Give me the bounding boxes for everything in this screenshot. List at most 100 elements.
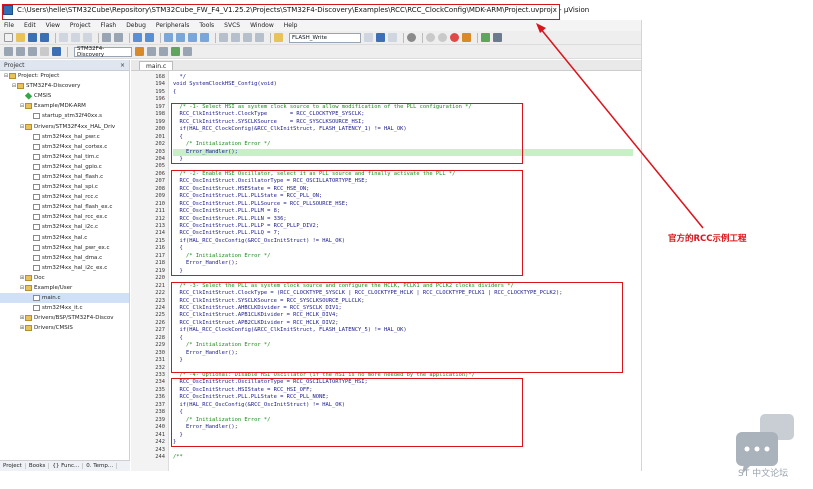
prev-bookmark-icon[interactable] <box>176 33 185 42</box>
tree-item[interactable]: ⊞ Drivers/BSP/STM32F4-Discov <box>0 313 129 323</box>
tree-item[interactable]: stm32f4xx_hal_i2c_ex.c <box>0 263 129 273</box>
redo-icon[interactable] <box>114 33 123 42</box>
zoom-icon[interactable] <box>407 33 416 42</box>
menu-item-project[interactable]: Project <box>70 22 91 29</box>
translate-icon[interactable] <box>4 47 13 56</box>
tree-item[interactable]: stm32f4xx_hal_i2c.c <box>0 222 129 232</box>
line-number: 203 <box>155 148 165 155</box>
folder-icon <box>25 315 32 322</box>
stop-icon[interactable] <box>450 33 459 42</box>
menu-item-svcs[interactable]: SVCS <box>224 22 240 29</box>
panel-tab[interactable]: Books <box>26 463 50 469</box>
tree-item-label: stm32f4xx_hal_rcc.c <box>42 194 99 201</box>
comment-icon[interactable] <box>243 33 252 42</box>
line-number: 200 <box>155 126 165 133</box>
tree-item[interactable]: CMSIS <box>0 91 129 101</box>
panel-tab[interactable]: {} Func... <box>49 463 84 469</box>
menu-item-window[interactable]: Window <box>250 22 274 29</box>
tree-item[interactable]: stm32f4xx_hal_rcc.c <box>0 192 129 202</box>
find-icon[interactable] <box>376 33 385 42</box>
tree-item[interactable]: stm32f4xx_hal_flash.c <box>0 172 129 182</box>
unindent-icon[interactable] <box>231 33 240 42</box>
tree-item[interactable]: startup_stm32f40xx.s <box>0 111 129 121</box>
menu-item-peripherals[interactable]: Peripherals <box>156 22 189 29</box>
tree-item-label: stm32f4xx_hal_gpio.c <box>42 163 102 170</box>
copy-icon[interactable] <box>71 33 80 42</box>
bookmark-icon[interactable] <box>164 33 173 42</box>
tree-item[interactable]: ⊞ Drivers/CMSIS <box>0 323 129 333</box>
tree-item[interactable]: stm32f4xx_hal_cortex.c <box>0 142 129 152</box>
tree-item-label: stm32f4xx_hal_rcc_ex.c <box>42 214 108 221</box>
incremental-find-icon[interactable] <box>388 33 397 42</box>
tree-item[interactable]: stm32f4xx_hal_spi.c <box>0 182 129 192</box>
tree-item[interactable]: stm32f4xx_hal_tim.c <box>0 152 129 162</box>
tree-item[interactable]: ⊟ Project: Project <box>0 71 129 81</box>
download-icon[interactable] <box>52 47 61 56</box>
tree-item[interactable]: stm32f4xx_hal.c <box>0 233 129 243</box>
tree-item[interactable]: stm32f4xx_hal_gpio.c <box>0 162 129 172</box>
tree-item[interactable]: stm32f4xx_it.c <box>0 303 129 313</box>
tree-item[interactable]: stm32f4xx_hal_dma.c <box>0 253 129 263</box>
tree-item[interactable]: stm32f4xx_hal_pwr_ex.c <box>0 243 129 253</box>
panel-tab[interactable]: Project <box>0 463 26 469</box>
menu-item-edit[interactable]: Edit <box>24 22 36 29</box>
line-number: 207 <box>155 178 165 185</box>
tree-item[interactable]: stm32f4xx_hal_pwr.c <box>0 132 129 142</box>
menu-item-view[interactable]: View <box>46 22 60 29</box>
tools-icon[interactable] <box>462 33 471 42</box>
close-icon[interactable]: × <box>120 62 125 69</box>
tree-item[interactable]: ⊟ Example/MDK-ARM <box>0 101 129 111</box>
new-file-icon[interactable] <box>4 33 13 42</box>
build-toolbar: STM32F4-Discovery <box>0 45 641 59</box>
code-line: /* -4- Optional: Disable HSI Oscillator … <box>173 372 475 378</box>
uncomment-icon[interactable] <box>255 33 264 42</box>
tree-item[interactable]: ⊞ Doc <box>0 273 129 283</box>
save-all-icon[interactable] <box>40 33 49 42</box>
select-packs-icon[interactable] <box>183 47 192 56</box>
find-combo[interactable]: FLASH_Write <box>289 32 361 43</box>
tree-item-label: stm32f4xx_it.c <box>42 305 83 312</box>
file-icon <box>33 113 40 120</box>
target-select[interactable]: STM32F4-Discovery <box>74 46 132 58</box>
menu-item-help[interactable]: Help <box>284 22 298 29</box>
menu-item-tools[interactable]: Tools <box>199 22 214 29</box>
menu-item-flash[interactable]: Flash <box>100 22 116 29</box>
start-debug-icon[interactable] <box>426 33 435 42</box>
menu-item-debug[interactable]: Debug <box>126 22 146 29</box>
find-in-files-icon[interactable] <box>274 33 283 42</box>
pack-installer-icon[interactable] <box>171 47 180 56</box>
target-options-icon[interactable] <box>135 47 144 56</box>
indent-icon[interactable] <box>219 33 228 42</box>
tree-item[interactable]: ⊟ Drivers/STM32F4xx_HAL_Driv <box>0 121 129 131</box>
manage-runtime-icon[interactable] <box>159 47 168 56</box>
tree-item[interactable]: stm32f4xx_hal_flash_ex.c <box>0 202 129 212</box>
nav-forward-icon[interactable] <box>145 33 154 42</box>
tree-item[interactable]: ⊟ Example/User <box>0 283 129 293</box>
menu-item-file[interactable]: File <box>4 22 14 29</box>
file-extensions-icon[interactable] <box>147 47 156 56</box>
clear-bookmarks-icon[interactable] <box>200 33 209 42</box>
code-area[interactable]: */void SystemClockHSE_Config(void){ /* -… <box>169 71 641 471</box>
tree-item[interactable]: main.c <box>0 293 129 304</box>
save-icon[interactable] <box>28 33 37 42</box>
next-bookmark-icon[interactable] <box>188 33 197 42</box>
tree-item[interactable]: ⊟ STM32F4-Discovery <box>0 81 129 91</box>
tree-item[interactable]: stm32f4xx_hal_rcc_ex.c <box>0 212 129 222</box>
tab-main-c[interactable]: main.c <box>139 61 174 70</box>
nav-back-icon[interactable] <box>133 33 142 42</box>
open-folder-icon[interactable] <box>16 33 25 42</box>
panel-tab[interactable]: 0. Temp... <box>83 463 118 469</box>
build-icon[interactable] <box>16 47 25 56</box>
cut-icon[interactable] <box>59 33 68 42</box>
line-number: 224 <box>155 304 165 311</box>
folder-icon <box>25 285 32 292</box>
paste-icon[interactable] <box>83 33 92 42</box>
window-layout-icon[interactable] <box>481 33 490 42</box>
dropdown-icon[interactable] <box>364 33 373 42</box>
undo-icon[interactable] <box>102 33 111 42</box>
line-number: 235 <box>155 386 165 393</box>
batch-build-icon[interactable] <box>40 47 49 56</box>
breakpoint-icon[interactable] <box>438 33 447 42</box>
rebuild-icon[interactable] <box>28 47 37 56</box>
configure-icon[interactable] <box>493 33 502 42</box>
